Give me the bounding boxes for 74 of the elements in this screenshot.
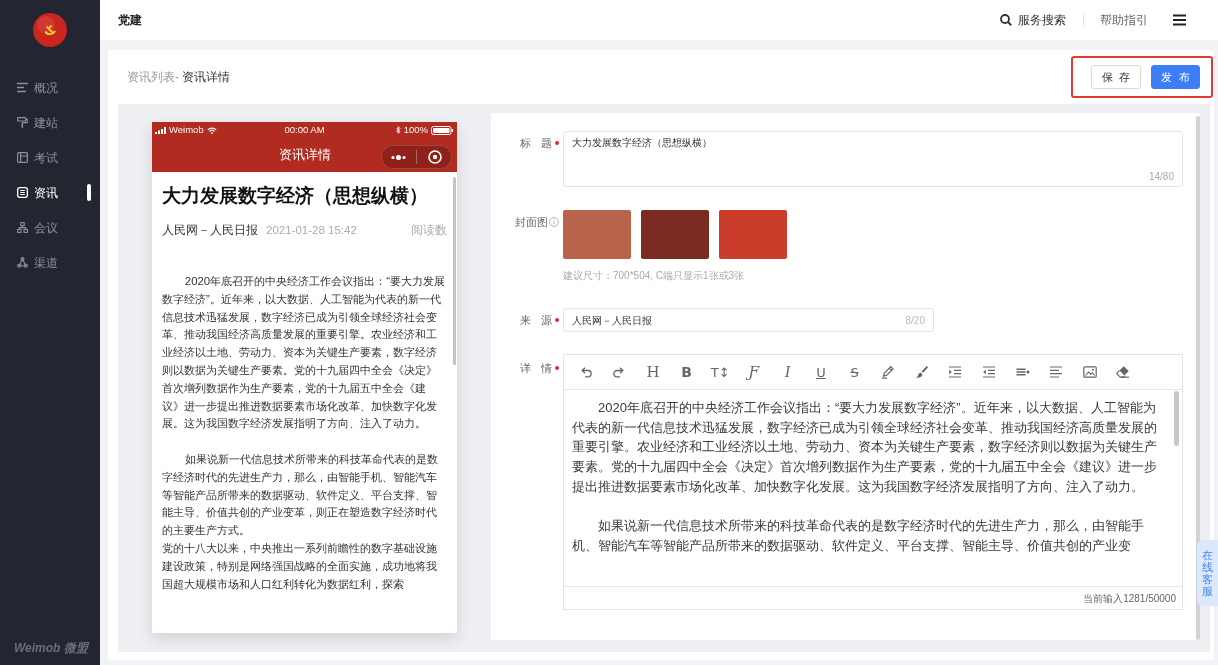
dots-icon [391, 154, 407, 160]
eraser-icon[interactable] [1116, 365, 1131, 379]
field-label: 详 情 [519, 360, 552, 376]
document-icon [17, 187, 28, 198]
underline-button[interactable]: U [816, 365, 826, 379]
target-icon [427, 150, 442, 164]
editor-paragraph: 2020年底召开的中央经济工作会议指出：“要大力发展数字经济”。近年来，以大数据、人工智能为代表的新一代信息技术迅猛发展，数字经济已成为引领全球经济社会变革、推动我国经济高质量发展的重要引擎。农业经济和工业经济以土地、劳动力、资本为关键生产要素，数字经济则以数据为关键生产要素。党的十九届四中全会《决定》首次增列数据作为生产要素，党的十九届五中全会《建议》进一步提出推进数据要素市场化改革、加快数字化发展。这为我国数字经济发展指明了方向、注入了动力。 [572, 399, 1158, 496]
article-paragraph: 如果说新一代信息技术所带来的科技革命代表的是数字经济时代的先进生产力，那么，由智能手机、智能汽车等智能产品所带来的数据驱动、软件定义、平台支撑、智能主导、价值共创的产业变革，则正在塑造数字经济时代的主要生产方式。 [162, 451, 439, 539]
layout-icon [17, 152, 28, 163]
indent-icon[interactable] [948, 365, 963, 379]
outdent-icon[interactable] [981, 365, 996, 379]
help-link[interactable]: 帮助指引 [1100, 11, 1148, 29]
scrollbar-thumb[interactable] [1174, 391, 1179, 446]
nav-item[interactable]: 渠道 [0, 245, 100, 280]
pen-icon[interactable] [881, 365, 896, 379]
nav-item[interactable]: 资讯 [0, 175, 100, 210]
bluetooth-icon [395, 126, 401, 134]
strikethrough-button[interactable]: S [850, 365, 859, 379]
service-search-link[interactable]: 服务搜索 [1000, 11, 1066, 29]
app-title: 党建 [118, 12, 142, 29]
capsule-menu[interactable] [381, 145, 452, 169]
char-counter: 8/20 [905, 313, 925, 328]
bold-button[interactable]: B [681, 365, 692, 379]
breadcrumb-current: 资讯详情 [182, 69, 230, 86]
article-source: 人民网－人民日报 [162, 223, 258, 238]
image-icon[interactable] [1082, 365, 1097, 379]
nav-item[interactable]: 概况 [0, 70, 100, 105]
search-icon [1000, 14, 1012, 26]
font-size-button[interactable]: T↕ [710, 365, 730, 379]
italic-button[interactable]: I [784, 364, 790, 380]
article-paragraph: 2020年底召开的中央经济工作会议指出：“要大力发展数字经济”。近年来，以大数据、人工智能为代表的新一代信息技术迅猛发展，数字经济已成为引领全球经济社会变革、推动我国经济高质量发展的重要引擎。农业经济和工业经济以土地、劳动力、资本为关键生产要素，数字经济则以数据为关键生产要素。党的十九届四中全会《决定》首次增列数据作为生产要素，党的十九届五中全会《建议》进一步提出推进数据要素市场化改革、加快数字化发展。这为我国数字经济发展指明了方向、注入了动力。 [162, 274, 446, 432]
battery-percent: 100% [403, 125, 428, 135]
carrier-name: Weimob [169, 125, 204, 135]
wifi-icon [206, 126, 217, 134]
char-counter: 14/80 [1148, 171, 1174, 183]
publish-button[interactable]: 发 布 [1151, 65, 1200, 89]
undo-icon[interactable] [578, 365, 593, 379]
battery-icon [431, 125, 454, 135]
list-icon [17, 82, 28, 93]
status-time: 00:00 AM [284, 125, 325, 135]
line-height-icon[interactable] [1015, 365, 1030, 379]
editor-paragraph: 如果说新一代信息技术所带来的科技革命代表的是数字经济时代的先进生产力，那么，由智能手机、智能汽车等智能产品所带来的数据驱动、软件定义、平台支撑、智能主导、价值共创的产业变 [572, 517, 1145, 555]
nav-item[interactable]: 考试 [0, 140, 100, 175]
customer-service-tab[interactable]: 在线客服 [1197, 540, 1218, 606]
font-family-button[interactable]: Ƒ [748, 364, 759, 380]
field-label: 封面图 [515, 214, 548, 230]
article-title: 大力发展数字经济（思想纵横） [162, 184, 429, 208]
redo-icon[interactable] [612, 365, 627, 379]
article-date: 2021-01-28 15:42 [266, 223, 357, 238]
article-paragraph: 党的十八大以来，中央推出一系列前瞻性的数字基础设施建设政策，特别是网络强国战略的全面实施，成功地将我国超大规模市场和人口红利转化为数据红利，探索 [162, 540, 438, 592]
textarea-field[interactable]: 大力发展数字经济（思想纵横） 14/80 [563, 131, 1183, 187]
menu-icon[interactable] [1173, 14, 1186, 26]
align-left-icon[interactable] [1049, 365, 1064, 379]
heading-button[interactable]: H [646, 364, 660, 380]
brand-logo: Weimob 微盟 [14, 640, 88, 656]
field-label: 标 题 [519, 135, 552, 151]
network-icon [17, 257, 28, 268]
nav-item[interactable]: 会议 [0, 210, 100, 245]
signal-icon [155, 126, 166, 134]
save-button[interactable]: 保 存 [1091, 65, 1141, 89]
scrollbar-thumb[interactable] [453, 177, 456, 365]
field-label: 来 源 [519, 312, 552, 328]
field-hint: 建议尺寸：700*504, C端只显示1张或3张 [563, 270, 746, 282]
char-counter: 当前输入1281/50000 [1083, 591, 1176, 606]
nav-item[interactable]: 建站 [0, 105, 100, 140]
brush-icon[interactable] [914, 365, 929, 379]
nav-title: 资讯详情 [278, 146, 331, 165]
paint-roller-icon [17, 117, 28, 128]
hierarchy-icon [17, 222, 28, 233]
read-count-label: 阅读数 [411, 223, 447, 238]
rich-text-editor[interactable] [563, 354, 1183, 610]
emblem-icon [33, 13, 67, 47]
breadcrumb-link[interactable]: 资讯列表- [127, 68, 179, 86]
input-field[interactable]: 人民网－人民日报 8/20 [563, 308, 934, 332]
